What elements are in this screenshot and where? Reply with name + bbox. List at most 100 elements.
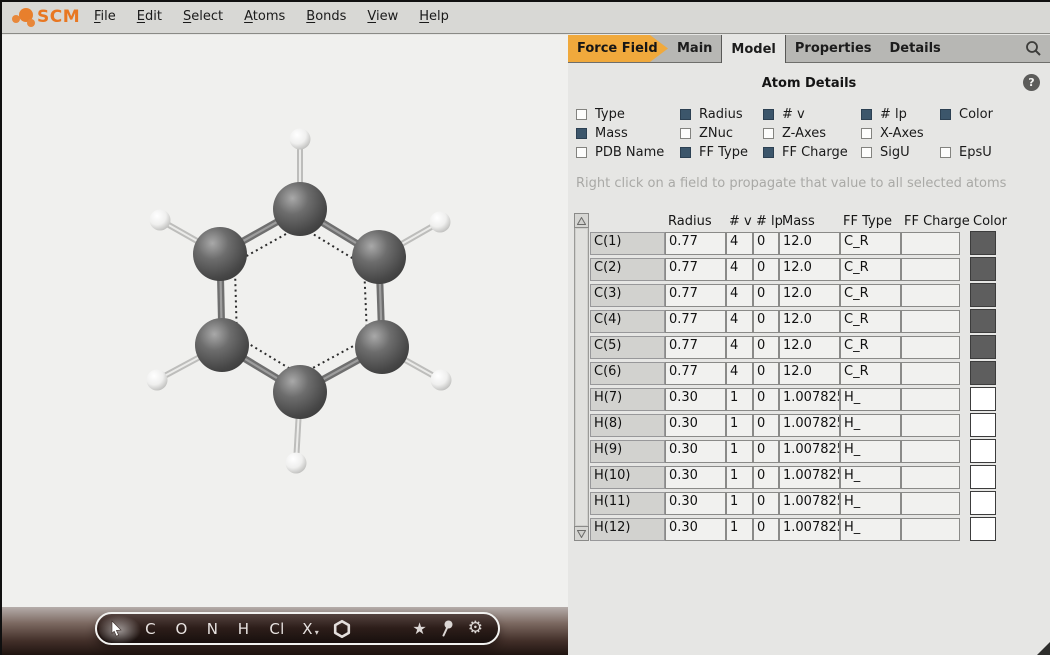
toggle--lp[interactable]: # lp — [861, 108, 940, 121]
field-ff-type[interactable]: H_ — [840, 466, 901, 489]
field-ff-charge[interactable] — [901, 284, 960, 307]
menu-item-select[interactable]: Select — [183, 9, 223, 24]
field-radius[interactable]: 0.30 — [665, 466, 726, 489]
atom-color-swatch[interactable] — [970, 309, 996, 333]
field-ff-type[interactable]: C_R — [840, 336, 901, 359]
field-lp[interactable]: 0 — [753, 310, 779, 333]
field-v[interactable]: 4 — [726, 258, 753, 281]
tab-model[interactable]: Model — [721, 35, 785, 63]
atom-label[interactable]: H(9) — [590, 440, 665, 463]
atom-c-4[interactable] — [195, 318, 249, 372]
atom-color-swatch[interactable] — [970, 283, 996, 307]
atom-color-swatch[interactable] — [970, 387, 996, 411]
atom-c-1[interactable] — [273, 182, 327, 236]
field-mass[interactable]: 12.0 — [779, 258, 840, 281]
field-ff-type[interactable]: H_ — [840, 414, 901, 437]
element-button-o[interactable]: O — [166, 614, 197, 643]
field-v[interactable]: 1 — [726, 440, 753, 463]
field-lp[interactable]: 0 — [753, 232, 779, 255]
star-icon[interactable]: ★ — [412, 614, 426, 643]
atom-color-swatch[interactable] — [970, 491, 996, 515]
field-mass[interactable]: 1.007825 — [779, 388, 840, 411]
atom-color-swatch[interactable] — [970, 413, 996, 437]
atom-label[interactable]: C(2) — [590, 258, 665, 281]
tab-main[interactable]: Main — [668, 35, 721, 62]
field-lp[interactable]: 0 — [753, 284, 779, 307]
field-v[interactable]: 4 — [726, 310, 753, 333]
field-lp[interactable]: 0 — [753, 440, 779, 463]
toggle-pdb-name[interactable]: PDB Name — [576, 146, 680, 159]
field-ff-charge[interactable] — [901, 362, 960, 385]
atom-h-9[interactable] — [430, 212, 451, 233]
menu-item-atoms[interactable]: Atoms — [244, 9, 285, 24]
element-button-x[interactable]: X▾ — [295, 614, 326, 643]
field-ff-charge[interactable] — [901, 414, 960, 437]
field-mass[interactable]: 1.007825 — [779, 492, 840, 515]
field-mass[interactable]: 1.007825 — [779, 466, 840, 489]
field-lp[interactable]: 0 — [753, 362, 779, 385]
atom-color-swatch[interactable] — [970, 465, 996, 489]
field-ff-type[interactable]: C_R — [840, 284, 901, 307]
scroll-up-icon[interactable] — [574, 213, 589, 228]
field-ff-charge[interactable] — [901, 258, 960, 281]
menu-item-view[interactable]: View — [367, 9, 398, 24]
field-ff-charge[interactable] — [901, 232, 960, 255]
atom-h-7[interactable] — [290, 129, 311, 150]
field-ff-type[interactable]: H_ — [840, 440, 901, 463]
help-button[interactable]: ? — [1023, 74, 1040, 91]
atom-color-swatch[interactable] — [970, 231, 996, 255]
atom-label[interactable]: H(11) — [590, 492, 665, 515]
atom-h-8[interactable] — [150, 210, 171, 231]
toggle-x-axes[interactable]: X-Axes — [861, 127, 940, 140]
field-lp[interactable]: 0 — [753, 492, 779, 515]
field-radius[interactable]: 0.77 — [665, 310, 726, 333]
field-ff-type[interactable]: C_R — [840, 258, 901, 281]
atom-label[interactable]: H(7) — [590, 388, 665, 411]
resize-grip-icon[interactable] — [1037, 642, 1050, 655]
field-v[interactable]: 4 — [726, 232, 753, 255]
field-mass[interactable]: 1.007825 — [779, 414, 840, 437]
atom-label[interactable]: H(8) — [590, 414, 665, 437]
field-mass[interactable]: 12.0 — [779, 284, 840, 307]
atom-label[interactable]: H(10) — [590, 466, 665, 489]
toggle-ff-type[interactable]: FF Type — [680, 146, 763, 159]
field-v[interactable]: 1 — [726, 518, 753, 541]
field-lp[interactable]: 0 — [753, 414, 779, 437]
field-lp[interactable]: 0 — [753, 466, 779, 489]
field-ff-type[interactable]: C_R — [840, 362, 901, 385]
toggle-color[interactable]: Color — [940, 108, 993, 121]
field-mass[interactable]: 12.0 — [779, 336, 840, 359]
atom-c-5[interactable] — [355, 320, 409, 374]
menu-item-bonds[interactable]: Bonds — [306, 9, 346, 24]
gear-icon[interactable]: ⚙ — [468, 614, 483, 643]
field-radius[interactable]: 0.30 — [665, 492, 726, 515]
search-icon[interactable] — [1025, 35, 1042, 62]
field-ff-charge[interactable] — [901, 336, 960, 359]
atom-h-11[interactable] — [431, 370, 452, 391]
field-ff-type[interactable]: H_ — [840, 492, 901, 515]
field-v[interactable]: 1 — [726, 492, 753, 515]
element-button-n[interactable]: N — [197, 614, 228, 643]
field-ff-charge[interactable] — [901, 310, 960, 333]
field-v[interactable]: 1 — [726, 414, 753, 437]
molecule-viewport[interactable] — [0, 35, 570, 655]
toggle-epsu[interactable]: EpsU — [940, 146, 993, 159]
tab-details[interactable]: Details — [881, 35, 950, 62]
field-radius[interactable]: 0.30 — [665, 518, 726, 541]
atom-color-swatch[interactable] — [970, 439, 996, 463]
element-button-h[interactable]: H — [228, 614, 259, 643]
field-mass[interactable]: 12.0 — [779, 310, 840, 333]
field-ff-charge[interactable] — [901, 492, 960, 515]
field-v[interactable]: 1 — [726, 466, 753, 489]
field-radius[interactable]: 0.77 — [665, 232, 726, 255]
field-v[interactable]: 1 — [726, 388, 753, 411]
element-button-cl[interactable]: Cl — [259, 614, 295, 643]
field-lp[interactable]: 0 — [753, 336, 779, 359]
select-cursor-icon[interactable] — [97, 614, 135, 643]
field-v[interactable]: 4 — [726, 362, 753, 385]
field-radius[interactable]: 0.30 — [665, 440, 726, 463]
atom-c-6[interactable] — [273, 365, 327, 419]
field-mass[interactable]: 12.0 — [779, 362, 840, 385]
field-ff-charge[interactable] — [901, 440, 960, 463]
atom-label[interactable]: C(5) — [590, 336, 665, 359]
